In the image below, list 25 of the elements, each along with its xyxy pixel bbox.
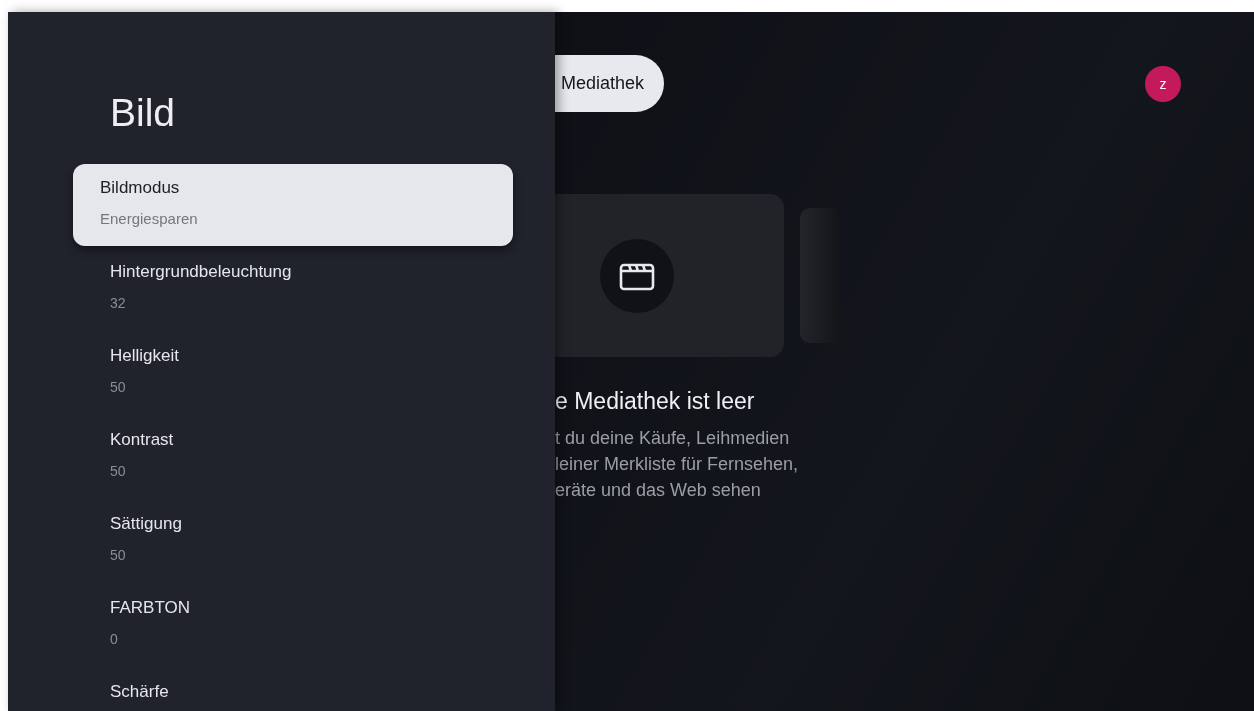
setting-name: Hintergrundbeleuchtung (110, 261, 292, 283)
setting-name: Sättigung (110, 513, 182, 535)
setting-value: 32 (110, 294, 126, 313)
empty-state-heading: e Mediathek ist leer (555, 387, 755, 415)
setting-value: 50 (110, 546, 126, 565)
settings-item[interactable]: Schärfe (73, 668, 513, 711)
library-tab[interactable]: Mediathek (555, 55, 665, 112)
setting-name: FARBTON (110, 597, 190, 619)
setting-name: Kontrast (110, 429, 174, 451)
panel-title: Bild (110, 90, 177, 136)
settings-item[interactable]: Kontrast 50 (73, 416, 513, 498)
settings-item[interactable]: Helligkeit 50 (73, 332, 513, 414)
empty-state-description: t du deine Käufe, Leihmedien leiner Merkliste für Fernsehen, eräte und das Web sehen (555, 427, 799, 502)
setting-value: 50 (110, 378, 126, 397)
setting-name: Bildmodus (100, 177, 180, 199)
setting-value: Energiesparen (100, 209, 198, 229)
settings-item[interactable]: Sättigung 50 (73, 500, 513, 582)
setting-value: 0 (110, 630, 118, 649)
settings-item[interactable]: FARBTON 0 (73, 584, 513, 666)
profile-avatar[interactable]: z (1145, 65, 1181, 102)
setting-name: Helligkeit (110, 345, 179, 367)
settings-item-highlighted[interactable]: Bildmodus Energiesparen (73, 164, 513, 246)
setting-name: Schärfe (110, 681, 169, 703)
settings-item[interactable]: Hintergrundbeleuchtung 32 (73, 248, 513, 330)
setting-value: 50 (110, 462, 126, 481)
